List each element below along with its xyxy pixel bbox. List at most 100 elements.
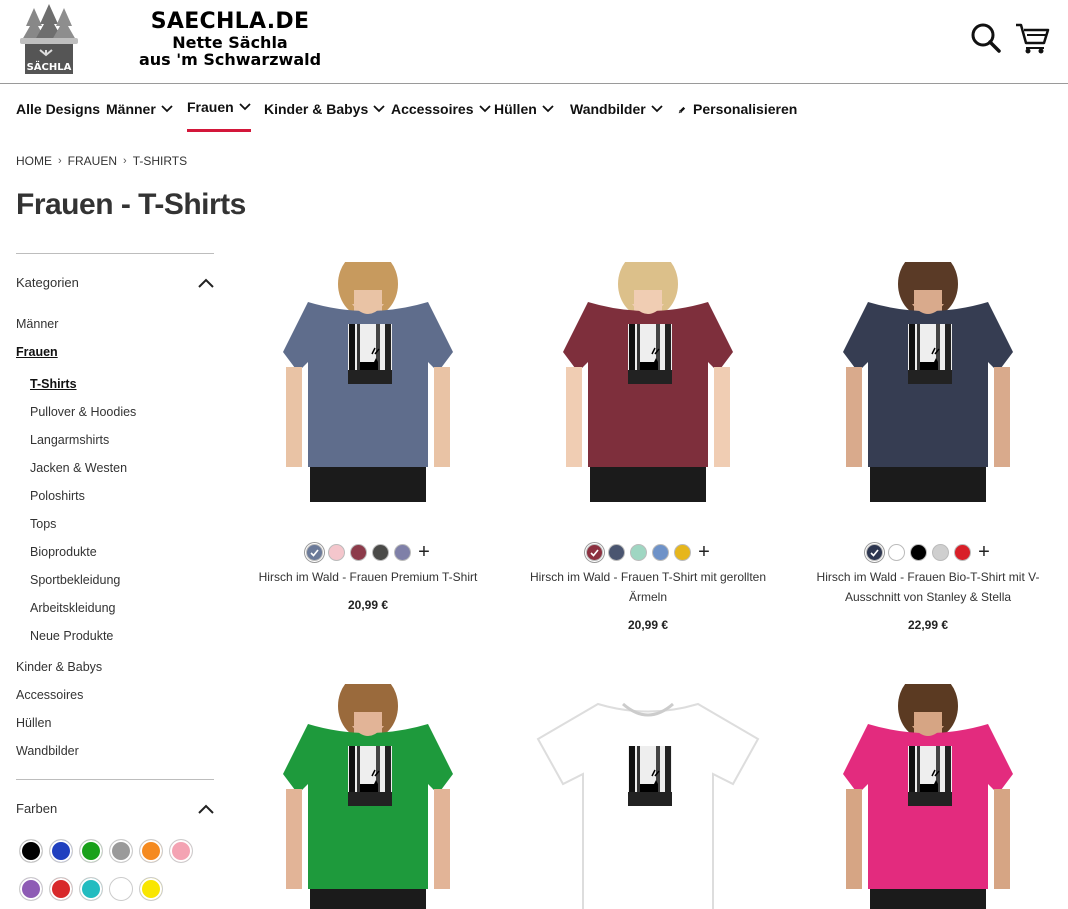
product-color-swatch[interactable] xyxy=(888,544,906,561)
product-card[interactable] xyxy=(808,684,1048,909)
category-item-pullover-hoodies[interactable]: Pullover & Hoodies xyxy=(30,405,136,419)
nav-item-frauen[interactable]: Frauen xyxy=(187,85,251,132)
nav-item-kinder-babys[interactable]: Kinder & Babys xyxy=(264,85,385,132)
brand-tagline-1: Nette Sächla xyxy=(172,33,288,52)
product-color-swatch[interactable] xyxy=(674,544,692,561)
category-item-accessoires[interactable]: Accessoires xyxy=(16,688,83,702)
categories-toggle[interactable]: Kategorien xyxy=(16,275,214,290)
product-image[interactable] xyxy=(808,262,1048,502)
product-color-swatch[interactable] xyxy=(372,544,390,561)
breadcrumb-home[interactable]: HOME xyxy=(16,154,52,168)
product-color-swatch[interactable] xyxy=(954,544,972,561)
brand-text[interactable]: SAECHLA.DE Nette Sächla aus 'm Schwarzwa… xyxy=(130,9,330,69)
nav-item-label: Frauen xyxy=(187,99,234,115)
color-filter-swatch[interactable] xyxy=(49,877,73,901)
check-icon xyxy=(590,549,599,557)
chevron-right-icon: › xyxy=(58,155,62,167)
product-color-swatch[interactable] xyxy=(394,544,412,561)
product-color-swatch[interactable] xyxy=(910,544,928,561)
chevron-up-icon xyxy=(198,278,214,288)
product-card[interactable] xyxy=(528,684,768,909)
nav-item-accessoires[interactable]: Accessoires xyxy=(391,85,491,132)
product-color-swatch[interactable] xyxy=(630,544,648,561)
product-color-swatch[interactable] xyxy=(608,544,626,561)
product-card[interactable]: + Hirsch im Wald - Frauen Bio-T-Shirt mit… xyxy=(808,262,1048,642)
product-color-swatch[interactable] xyxy=(306,544,324,561)
brand-title: SAECHLA.DE xyxy=(150,9,310,34)
product-card[interactable]: + Hirsch im Wald - Frauen Premium T-Shirt… xyxy=(248,262,488,642)
category-item-bioprodukte[interactable]: Bioprodukte xyxy=(30,545,97,559)
more-colors-plus-icon[interactable]: + xyxy=(418,542,430,562)
category-item-neue-produkte[interactable]: Neue Produkte xyxy=(30,629,113,643)
product-color-swatch[interactable] xyxy=(932,544,950,561)
nav-item-wandbilder[interactable]: Wandbilder xyxy=(570,85,663,132)
breadcrumb-frauen[interactable]: FRAUEN xyxy=(68,154,117,168)
product-image[interactable] xyxy=(528,684,768,909)
nav-item-label: Personalisieren xyxy=(693,100,798,117)
product-color-swatch[interactable] xyxy=(866,544,884,561)
color-filter-swatch[interactable] xyxy=(169,839,193,863)
nav-item-huellen[interactable]: Hüllen xyxy=(494,85,554,132)
nav-item-maenner[interactable]: Männer xyxy=(106,85,173,132)
nav-item-personalisieren[interactable]: Personalisieren xyxy=(676,85,797,132)
color-filter-swatch[interactable] xyxy=(49,839,73,863)
product-color-swatch[interactable] xyxy=(328,544,346,561)
chevron-down-icon xyxy=(478,104,491,113)
product-image[interactable] xyxy=(248,684,488,909)
more-colors-plus-icon[interactable]: + xyxy=(698,542,710,562)
more-colors-plus-icon[interactable]: + xyxy=(978,542,990,562)
check-icon xyxy=(310,549,319,557)
category-item-huellen[interactable]: Hüllen xyxy=(16,716,51,730)
color-filter-swatch[interactable] xyxy=(19,839,43,863)
category-item-sportbekleidung[interactable]: Sportbekleidung xyxy=(30,573,120,587)
site-logo[interactable]: SÄCHLA xyxy=(16,4,82,76)
category-item-langarmshirts[interactable]: Langarmshirts xyxy=(30,433,109,447)
color-filter-swatch[interactable] xyxy=(139,839,163,863)
category-item-maenner[interactable]: Männer xyxy=(16,317,58,331)
color-filter-swatch[interactable] xyxy=(79,839,103,863)
product-name[interactable]: Hirsch im Wald - Frauen Premium T-Shirt xyxy=(248,567,488,587)
product-color-swatch[interactable] xyxy=(652,544,670,561)
product-image[interactable] xyxy=(528,262,768,502)
product-color-swatch[interactable] xyxy=(350,544,368,561)
chevron-down-icon xyxy=(373,104,385,113)
chevron-down-icon xyxy=(239,103,251,111)
product-image[interactable] xyxy=(248,262,488,502)
nav-item-alle-designs[interactable]: Alle Designs xyxy=(16,85,100,132)
category-item-poloshirts[interactable]: Poloshirts xyxy=(30,489,85,503)
product-name[interactable]: Hirsch im Wald - Frauen Bio-T-Shirt mit … xyxy=(808,567,1048,607)
product-image[interactable] xyxy=(808,684,1048,909)
brand-tagline-2: aus 'm Schwarzwald xyxy=(138,50,322,69)
product-name[interactable]: Hirsch im Wald - Frauen T-Shirt mit gero… xyxy=(528,567,768,607)
category-item-t-shirts[interactable]: T-Shirts xyxy=(30,377,77,391)
page-title: Frauen - T-Shirts xyxy=(16,188,246,221)
search-icon[interactable] xyxy=(968,20,1004,56)
color-filter-swatch[interactable] xyxy=(109,877,133,901)
color-filter-swatch[interactable] xyxy=(109,839,133,863)
category-item-arbeitskleidung[interactable]: Arbeitskleidung xyxy=(30,601,115,615)
category-item-tops[interactable]: Tops xyxy=(30,517,56,531)
product-card[interactable]: + Hirsch im Wald - Frauen T-Shirt mit ger… xyxy=(528,262,768,642)
category-item-jacken-westen[interactable]: Jacken & Westen xyxy=(30,461,127,475)
category-item-kinder-babys[interactable]: Kinder & Babys xyxy=(16,660,102,674)
color-filter-swatch[interactable] xyxy=(139,877,163,901)
breadcrumb: HOME › FRAUEN › T-SHIRTS xyxy=(16,154,187,168)
category-item-wandbilder[interactable]: Wandbilder xyxy=(16,744,79,758)
chevron-up-icon xyxy=(198,804,214,814)
cart-icon[interactable] xyxy=(1014,20,1050,56)
check-icon xyxy=(870,549,879,557)
product-card[interactable] xyxy=(248,684,488,909)
category-item-frauen[interactable]: Frauen xyxy=(16,345,58,359)
main-nav: Alle Designs Männer Frauen Kinder & Babys Ac… xyxy=(0,85,1068,133)
sidebar-divider xyxy=(16,253,214,254)
pencil-icon xyxy=(676,101,688,117)
chevron-right-icon: › xyxy=(123,155,127,167)
nav-item-label: Kinder & Babys xyxy=(264,100,369,117)
color-filter-swatch[interactable] xyxy=(79,877,103,901)
colors-toggle[interactable]: Farben xyxy=(16,801,214,816)
color-filter-swatch[interactable] xyxy=(19,877,43,901)
chevron-down-icon xyxy=(542,104,554,113)
product-price: 20,99 € xyxy=(627,618,669,632)
product-color-swatch[interactable] xyxy=(586,544,604,561)
product-price: 22,99 € xyxy=(907,618,949,632)
